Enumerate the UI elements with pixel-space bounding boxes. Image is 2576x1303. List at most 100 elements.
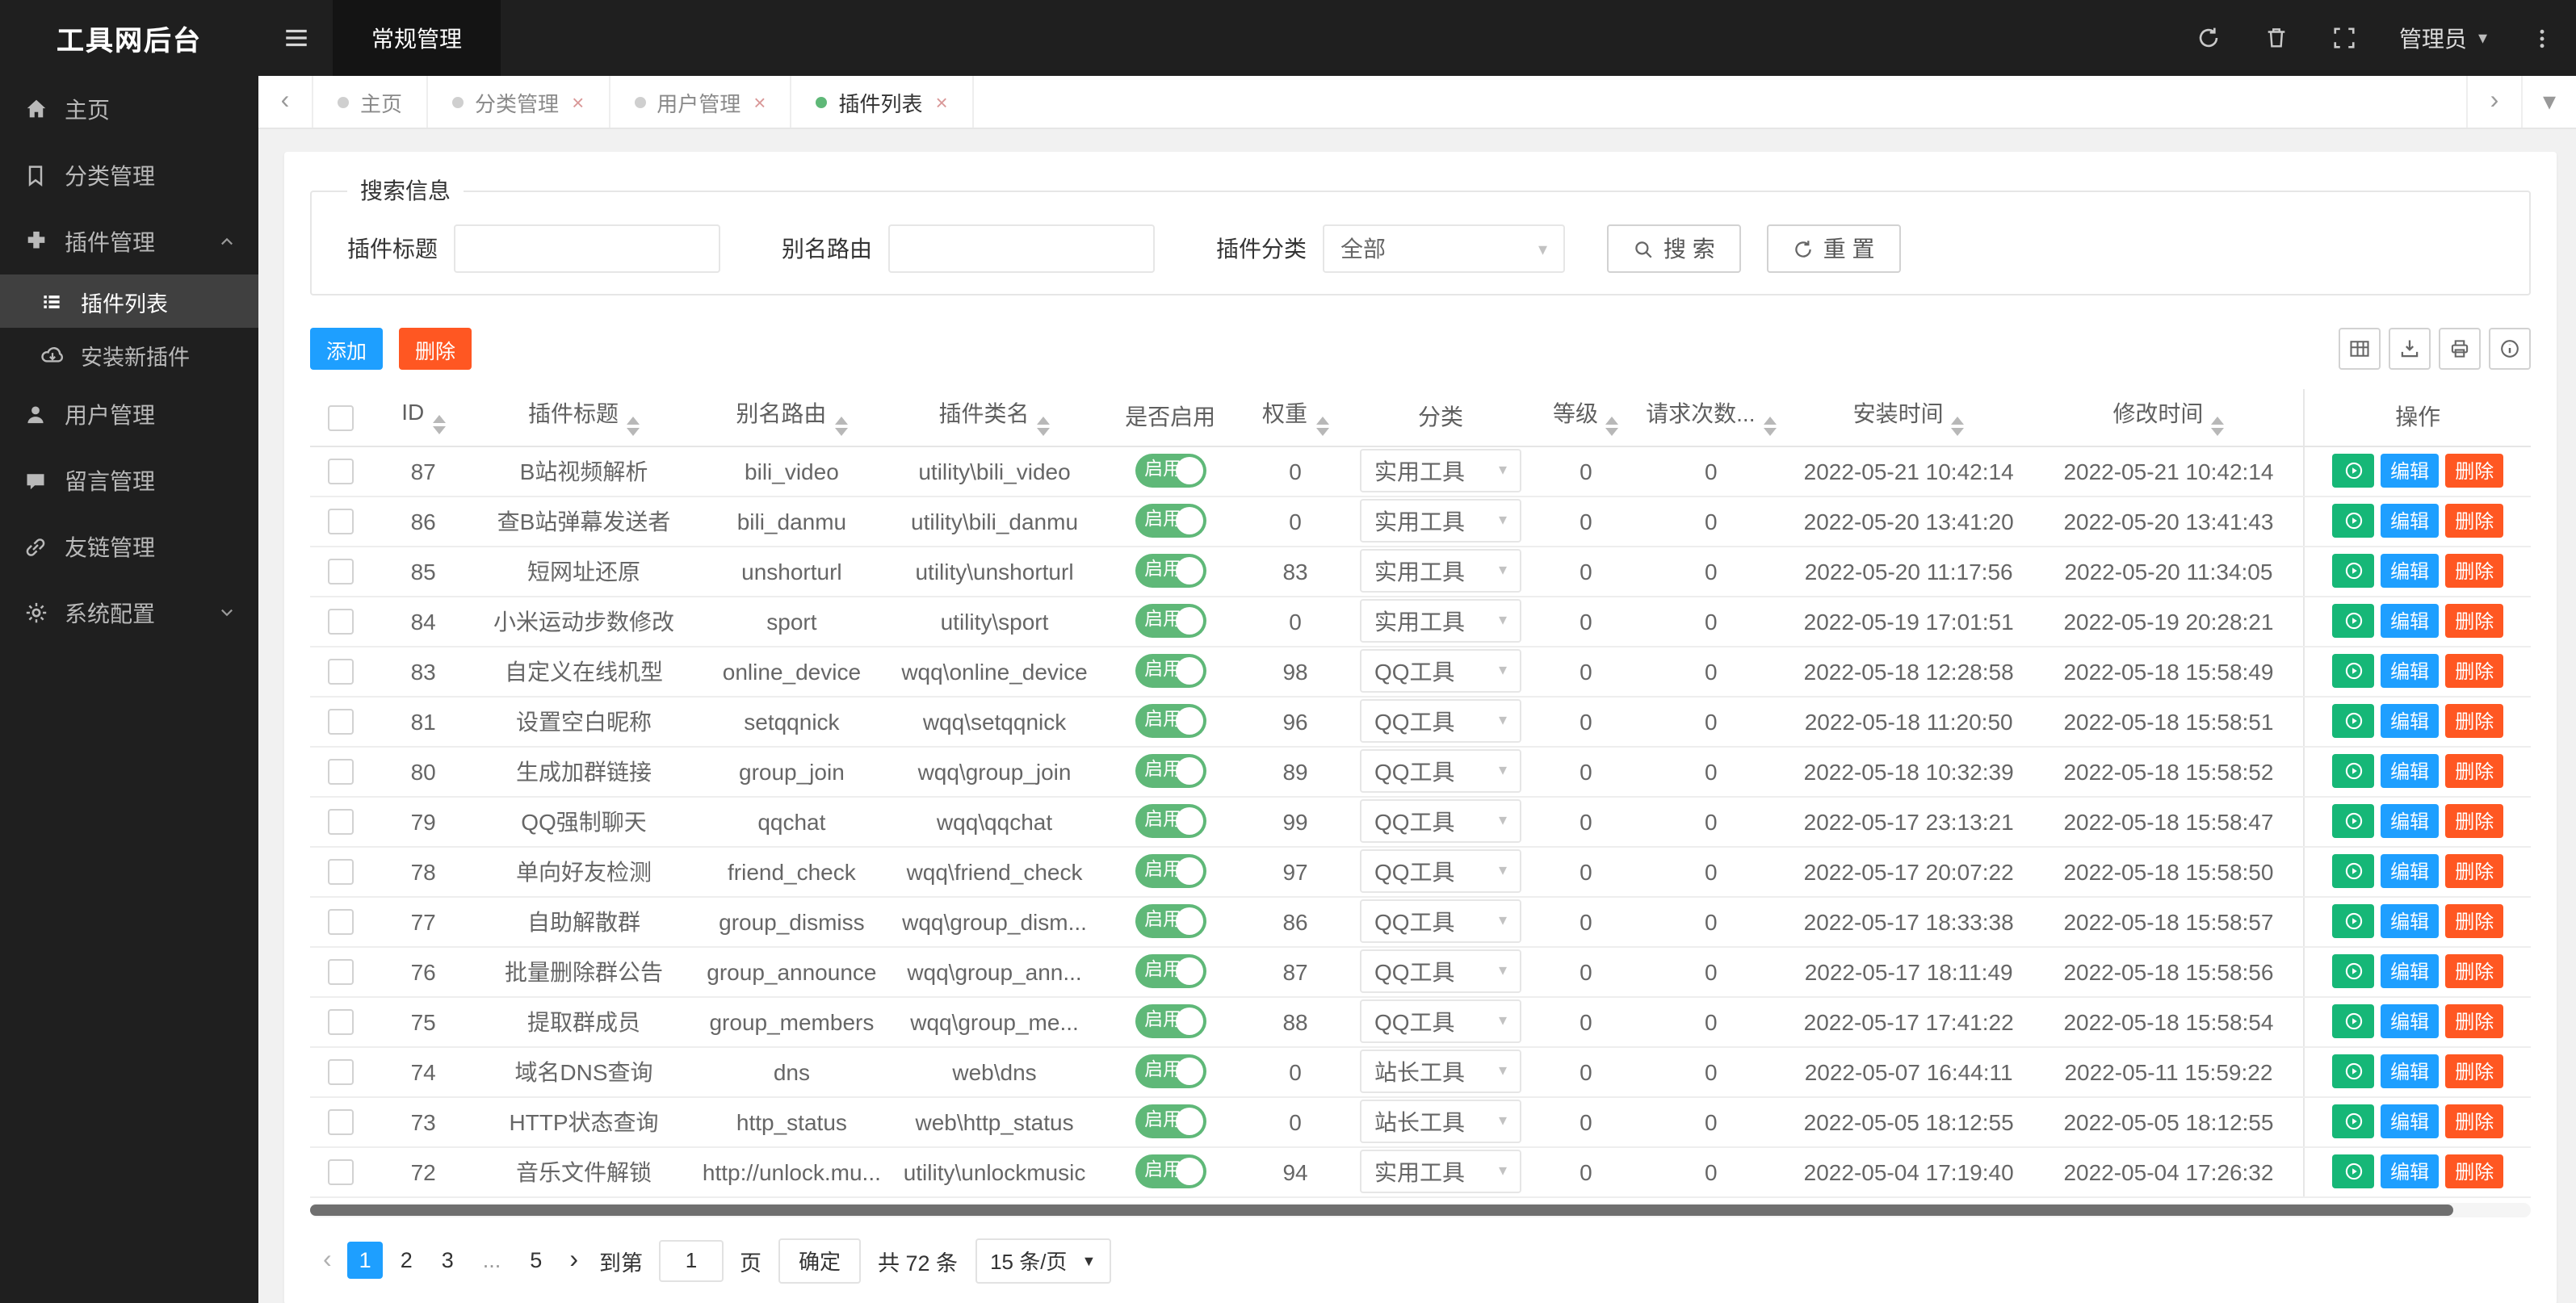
- sidebar-item-plugin-list[interactable]: 插件列表: [0, 274, 258, 328]
- user-menu[interactable]: 管理员 ▾: [2378, 0, 2508, 76]
- enable-toggle[interactable]: 启用: [1135, 1004, 1206, 1038]
- edit-button[interactable]: 编辑: [2381, 1054, 2439, 1088]
- enable-toggle[interactable]: 启用: [1135, 904, 1206, 938]
- delete-button[interactable]: 删除: [2445, 804, 2503, 838]
- edit-button[interactable]: 编辑: [2381, 554, 2439, 588]
- row-category-select[interactable]: 站长工具▾: [1360, 1100, 1521, 1143]
- sort-icons[interactable]: [834, 417, 847, 437]
- tab-home[interactable]: 主页: [313, 76, 428, 128]
- sort-icons[interactable]: [2211, 417, 2224, 437]
- row-checkbox[interactable]: [328, 459, 354, 484]
- topnav-tab-general[interactable]: 常规管理: [333, 0, 501, 76]
- goto-page-input[interactable]: [659, 1239, 724, 1281]
- tabs-scroll-right-icon[interactable]: ›: [2466, 76, 2521, 128]
- view-button[interactable]: [2332, 1054, 2374, 1088]
- batch-delete-button[interactable]: 删除: [399, 328, 472, 370]
- view-button[interactable]: [2332, 704, 2374, 738]
- edit-button[interactable]: 编辑: [2381, 654, 2439, 688]
- row-checkbox[interactable]: [328, 859, 354, 885]
- view-button[interactable]: [2332, 954, 2374, 988]
- plugin-title-input[interactable]: [454, 224, 720, 273]
- page-button-1[interactable]: 1: [348, 1242, 383, 1279]
- more-vertical-icon[interactable]: [2508, 0, 2576, 76]
- row-checkbox[interactable]: [328, 609, 354, 635]
- enable-toggle[interactable]: 启用: [1135, 1154, 1206, 1188]
- view-button[interactable]: [2332, 804, 2374, 838]
- sort-icons[interactable]: [627, 417, 640, 437]
- sidebar-item-install-plugin[interactable]: 安装新插件: [0, 328, 258, 381]
- sidebar-item-comments[interactable]: 留言管理: [0, 447, 258, 513]
- page-button-5[interactable]: 5: [518, 1242, 553, 1279]
- delete-button[interactable]: 删除: [2445, 1154, 2503, 1188]
- row-checkbox[interactable]: [328, 1109, 354, 1135]
- scrollbar-thumb[interactable]: [310, 1204, 2453, 1215]
- row-category-select[interactable]: 实用工具▾: [1360, 599, 1521, 643]
- view-button[interactable]: [2332, 754, 2374, 788]
- alias-route-input[interactable]: [888, 224, 1155, 273]
- row-category-select[interactable]: QQ工具▾: [1360, 949, 1521, 993]
- edit-button[interactable]: 编辑: [2381, 854, 2439, 888]
- info-icon[interactable]: [2489, 328, 2531, 370]
- enable-toggle[interactable]: 启用: [1135, 704, 1206, 738]
- page-button-2[interactable]: 2: [389, 1242, 424, 1279]
- enable-toggle[interactable]: 启用: [1135, 754, 1206, 788]
- edit-button[interactable]: 编辑: [2381, 754, 2439, 788]
- delete-button[interactable]: 删除: [2445, 1104, 2503, 1138]
- sort-icons[interactable]: [1038, 417, 1051, 437]
- row-checkbox[interactable]: [328, 509, 354, 534]
- print-icon[interactable]: [2439, 328, 2481, 370]
- page-button-3[interactable]: 3: [430, 1242, 465, 1279]
- tab-plugin-list[interactable]: 插件列表 ×: [791, 76, 973, 128]
- row-category-select[interactable]: 实用工具▾: [1360, 449, 1521, 492]
- row-checkbox[interactable]: [328, 1159, 354, 1185]
- row-category-select[interactable]: 实用工具▾: [1360, 499, 1521, 543]
- tabs-menu-icon[interactable]: ▾: [2521, 76, 2576, 128]
- delete-button[interactable]: 删除: [2445, 654, 2503, 688]
- delete-button[interactable]: 删除: [2445, 554, 2503, 588]
- edit-button[interactable]: 编辑: [2381, 704, 2439, 738]
- row-category-select[interactable]: QQ工具▾: [1360, 899, 1521, 943]
- enable-toggle[interactable]: 启用: [1135, 604, 1206, 638]
- view-button[interactable]: [2332, 554, 2374, 588]
- edit-button[interactable]: 编辑: [2381, 1104, 2439, 1138]
- sort-icons[interactable]: [1315, 417, 1328, 437]
- fullscreen-icon[interactable]: [2310, 0, 2378, 76]
- delete-button[interactable]: 删除: [2445, 454, 2503, 488]
- delete-button[interactable]: 删除: [2445, 854, 2503, 888]
- sort-icons[interactable]: [1952, 417, 1965, 437]
- enable-toggle[interactable]: 启用: [1135, 804, 1206, 838]
- delete-button[interactable]: 删除: [2445, 954, 2503, 988]
- select-all-checkbox[interactable]: [328, 405, 354, 431]
- delete-button[interactable]: 删除: [2445, 704, 2503, 738]
- tab-user-manage[interactable]: 用户管理 ×: [610, 76, 791, 128]
- row-category-select[interactable]: 站长工具▾: [1360, 1050, 1521, 1093]
- delete-button[interactable]: 删除: [2445, 604, 2503, 638]
- row-category-select[interactable]: QQ工具▾: [1360, 799, 1521, 843]
- view-button[interactable]: [2332, 854, 2374, 888]
- sidebar-item-plugin[interactable]: 插件管理: [0, 208, 258, 274]
- edit-button[interactable]: 编辑: [2381, 804, 2439, 838]
- delete-button[interactable]: 删除: [2445, 504, 2503, 538]
- row-checkbox[interactable]: [328, 1009, 354, 1035]
- enable-toggle[interactable]: 启用: [1135, 504, 1206, 538]
- view-button[interactable]: [2332, 1154, 2374, 1188]
- row-category-select[interactable]: 实用工具▾: [1360, 1150, 1521, 1193]
- edit-button[interactable]: 编辑: [2381, 454, 2439, 488]
- row-category-select[interactable]: 实用工具▾: [1360, 549, 1521, 593]
- add-button[interactable]: 添加: [310, 328, 383, 370]
- sidebar-item-links[interactable]: 友链管理: [0, 513, 258, 580]
- prev-page-icon[interactable]: ‹: [313, 1247, 342, 1273]
- sidebar-item-category[interactable]: 分类管理: [0, 142, 258, 208]
- goto-confirm-button[interactable]: 确定: [779, 1238, 860, 1283]
- row-checkbox[interactable]: [328, 909, 354, 935]
- edit-button[interactable]: 编辑: [2381, 504, 2439, 538]
- enable-toggle[interactable]: 启用: [1135, 854, 1206, 888]
- delete-button[interactable]: 删除: [2445, 754, 2503, 788]
- columns-filter-icon[interactable]: [2339, 328, 2381, 370]
- reset-button[interactable]: 重 置: [1767, 224, 1901, 273]
- view-button[interactable]: [2332, 454, 2374, 488]
- enable-toggle[interactable]: 启用: [1135, 954, 1206, 988]
- row-checkbox[interactable]: [328, 659, 354, 685]
- view-button[interactable]: [2332, 1004, 2374, 1038]
- enable-toggle[interactable]: 启用: [1135, 454, 1206, 488]
